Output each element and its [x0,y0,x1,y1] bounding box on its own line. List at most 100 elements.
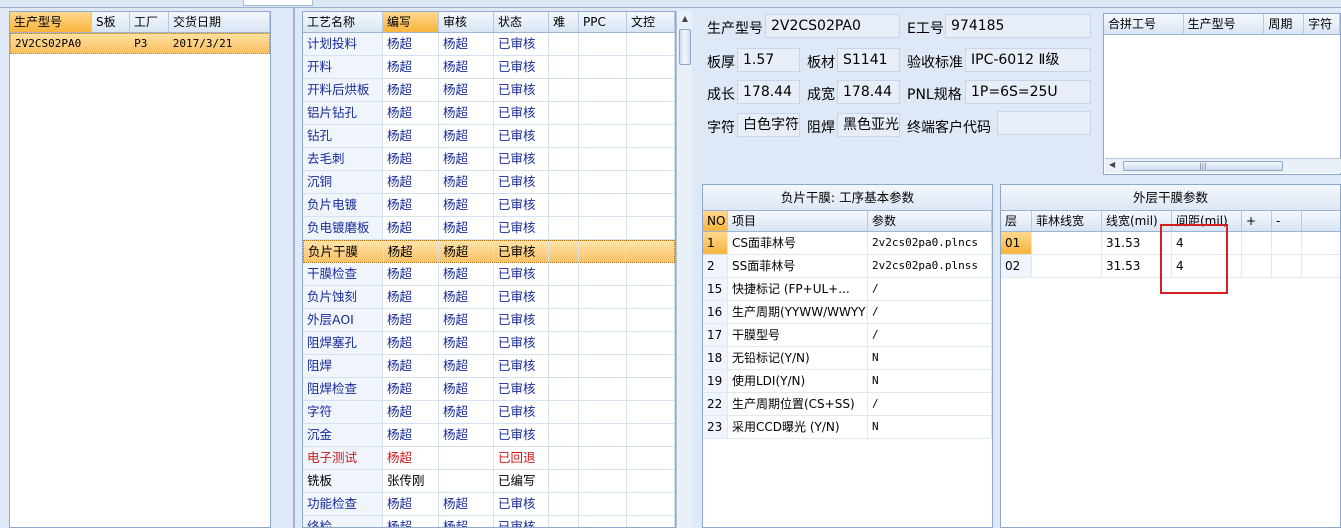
param-row[interactable]: 19 使用LDI(Y/N) N [703,370,992,393]
param-row[interactable]: 15 快捷标记 (FP+UL+... / [703,278,992,301]
difficulty-cell [549,447,579,469]
col-header-model[interactable]: 生产型号 [10,12,92,32]
param-row[interactable]: 17 干膜型号 / [703,324,992,347]
status-cell: 已审核 [494,171,549,193]
status-cell: 已审核 [494,125,549,147]
process-row[interactable]: 负电镀磨板 杨超 杨超 已审核 [303,217,675,240]
process-row[interactable]: 终检 杨超 杨超 已审核 [303,516,675,527]
ppc-cell [579,286,627,308]
mask-field[interactable]: 黑色亚光 [837,113,900,137]
process-row[interactable]: 铝片钻孔 杨超 杨超 已审核 [303,102,675,125]
param-row[interactable]: 23 采用CCD曝光 (Y/N) N [703,416,992,439]
material-field[interactable]: S1141 [837,48,900,72]
process-row[interactable]: 外层AOI 杨超 杨超 已审核 [303,309,675,332]
process-name-cell: 阻焊塞孔 [303,332,383,354]
col-header-cycle[interactable]: 周期 [1264,14,1305,34]
width-label: 成宽 [807,87,835,103]
col-header-status[interactable]: 状态 [494,12,549,32]
col-header-no[interactable]: NO [703,211,728,231]
ppc-cell [579,79,627,101]
scroll-thumb[interactable] [679,29,691,65]
process-row[interactable]: 负片干膜 杨超 杨超 已审核 [303,240,675,263]
difficulty-cell [549,171,579,193]
thickness-field[interactable]: 1.57 [737,48,800,72]
neg-film-header: NO 项目 参数 [703,211,992,232]
col-header-layer[interactable]: 层 [1001,211,1032,231]
col-header-plus[interactable]: + [1242,211,1272,231]
col-header-process[interactable]: 工艺名称 [303,12,383,32]
col-header-difficulty[interactable]: 难 [549,12,579,32]
hscroll-thumb[interactable]: ||| [1123,161,1283,171]
merge-table-header: 合拼工号 生产型号 周期 字符 [1104,14,1341,35]
col-header-s-board[interactable]: S板 [92,12,130,32]
col-header-writer[interactable]: 编写 [383,12,439,32]
model-field[interactable]: 2V2CS02PA0 [765,14,900,38]
param-value-cell: / [868,301,992,323]
writer-cell: 杨超 [383,102,439,124]
width-field[interactable]: 178.44 [837,80,900,104]
process-grid-scrollbar[interactable]: ▲ [676,11,692,528]
reviewer-cell: 杨超 [439,148,494,170]
process-row[interactable]: 沉金 杨超 杨超 已审核 [303,424,675,447]
doc-control-cell [627,401,675,423]
process-row[interactable]: 沉铜 杨超 杨超 已审核 [303,171,675,194]
process-row[interactable]: 电子测试 杨超 已回退 [303,447,675,470]
process-row[interactable]: 功能检查 杨超 杨超 已审核 [303,493,675,516]
difficulty-cell [549,79,579,101]
splitter[interactable] [275,8,295,528]
col-header-char[interactable]: 字符 [1304,14,1341,34]
param-row[interactable]: 22 生产周期位置(CS+SS) / [703,393,992,416]
toolbar-input[interactable] [243,0,313,6]
col-header-doc-control[interactable]: 文控 [627,12,675,32]
process-row[interactable]: 负片电镀 杨超 杨超 已审核 [303,194,675,217]
process-row[interactable]: 干膜检查 杨超 杨超 已审核 [303,263,675,286]
col-header-item[interactable]: 项目 [728,211,868,231]
process-row[interactable]: 去毛刺 杨超 杨超 已审核 [303,148,675,171]
writer-cell: 杨超 [383,171,439,193]
e-number-field[interactable]: 974185 [945,14,1091,38]
process-row[interactable]: 负片蚀刻 杨超 杨超 已审核 [303,286,675,309]
param-row[interactable]: 18 无铅标记(Y/N) N [703,347,992,370]
param-row[interactable]: 1 CS面菲林号 2v2cs02pa0.plncs [703,232,992,255]
merge-table-hscroll[interactable]: ◀ ||| [1105,158,1341,173]
process-row[interactable]: 计划投料 杨超 杨超 已审核 [303,33,675,56]
col-header-minus[interactable]: - [1272,211,1302,231]
product-list-header: 生产型号 S板 工厂 交货日期 [10,12,270,33]
process-row[interactable]: 铣板 张传刚 已编写 [303,470,675,493]
process-grid-header: 工艺名称 编写 审核 状态 难 PPC 文控 [303,12,675,33]
col-header-delivery-date[interactable]: 交货日期 [169,12,270,32]
col-header-film-line-width[interactable]: 菲林线宽 [1032,211,1102,231]
pnl-field[interactable]: 1P=6S=25U [965,80,1091,104]
customer-code-field[interactable] [997,111,1091,135]
col-header-param[interactable]: 参数 [868,211,992,231]
plus-cell[interactable] [1242,232,1272,254]
col-header-merge-number[interactable]: 合拼工号 [1104,14,1184,34]
char-field[interactable]: 白色字符 [737,113,800,137]
col-header-reviewer[interactable]: 审核 [439,12,494,32]
minus-cell[interactable] [1272,255,1302,277]
param-row[interactable]: 2 SS面菲林号 2v2cs02pa0.plnss [703,255,992,278]
scroll-left-icon[interactable]: ◀ [1109,160,1115,169]
standard-field[interactable]: IPC-6012 Ⅱ级 [965,48,1091,72]
length-field[interactable]: 178.44 [737,80,800,104]
process-grid: 工艺名称 编写 审核 状态 难 PPC 文控 计划投料 杨超 杨超 已审核 开料 杨超 杨超… [302,11,676,528]
minus-cell[interactable] [1272,232,1302,254]
scroll-up-icon[interactable]: ▲ [678,12,692,26]
writer-cell: 杨超 [384,241,440,262]
process-row[interactable]: 阻焊检查 杨超 杨超 已审核 [303,378,675,401]
process-row[interactable]: 阻焊 杨超 杨超 已审核 [303,355,675,378]
param-no-cell: 23 [703,416,728,438]
param-row[interactable]: 16 生产周期(YYWW/WWYY) / [703,301,992,324]
process-row[interactable]: 字符 杨超 杨超 已审核 [303,401,675,424]
process-row[interactable]: 开料 杨超 杨超 已审核 [303,56,675,79]
process-row[interactable]: 开料后烘板 杨超 杨超 已审核 [303,79,675,102]
product-model: 2V2CS02PA0 [15,37,82,50]
col-header-ppc[interactable]: PPC [579,12,627,32]
process-row[interactable]: 阻焊塞孔 杨超 杨超 已审核 [303,332,675,355]
product-row[interactable]: 2V2CS02PA0 P3 2017/3/21 [10,33,270,54]
process-row[interactable]: 钻孔 杨超 杨超 已审核 [303,125,675,148]
col-header-factory[interactable]: 工厂 [130,12,169,32]
col-header-merge-model[interactable]: 生产型号 [1184,14,1265,34]
param-value-cell: N [868,416,992,438]
plus-cell[interactable] [1242,255,1272,277]
